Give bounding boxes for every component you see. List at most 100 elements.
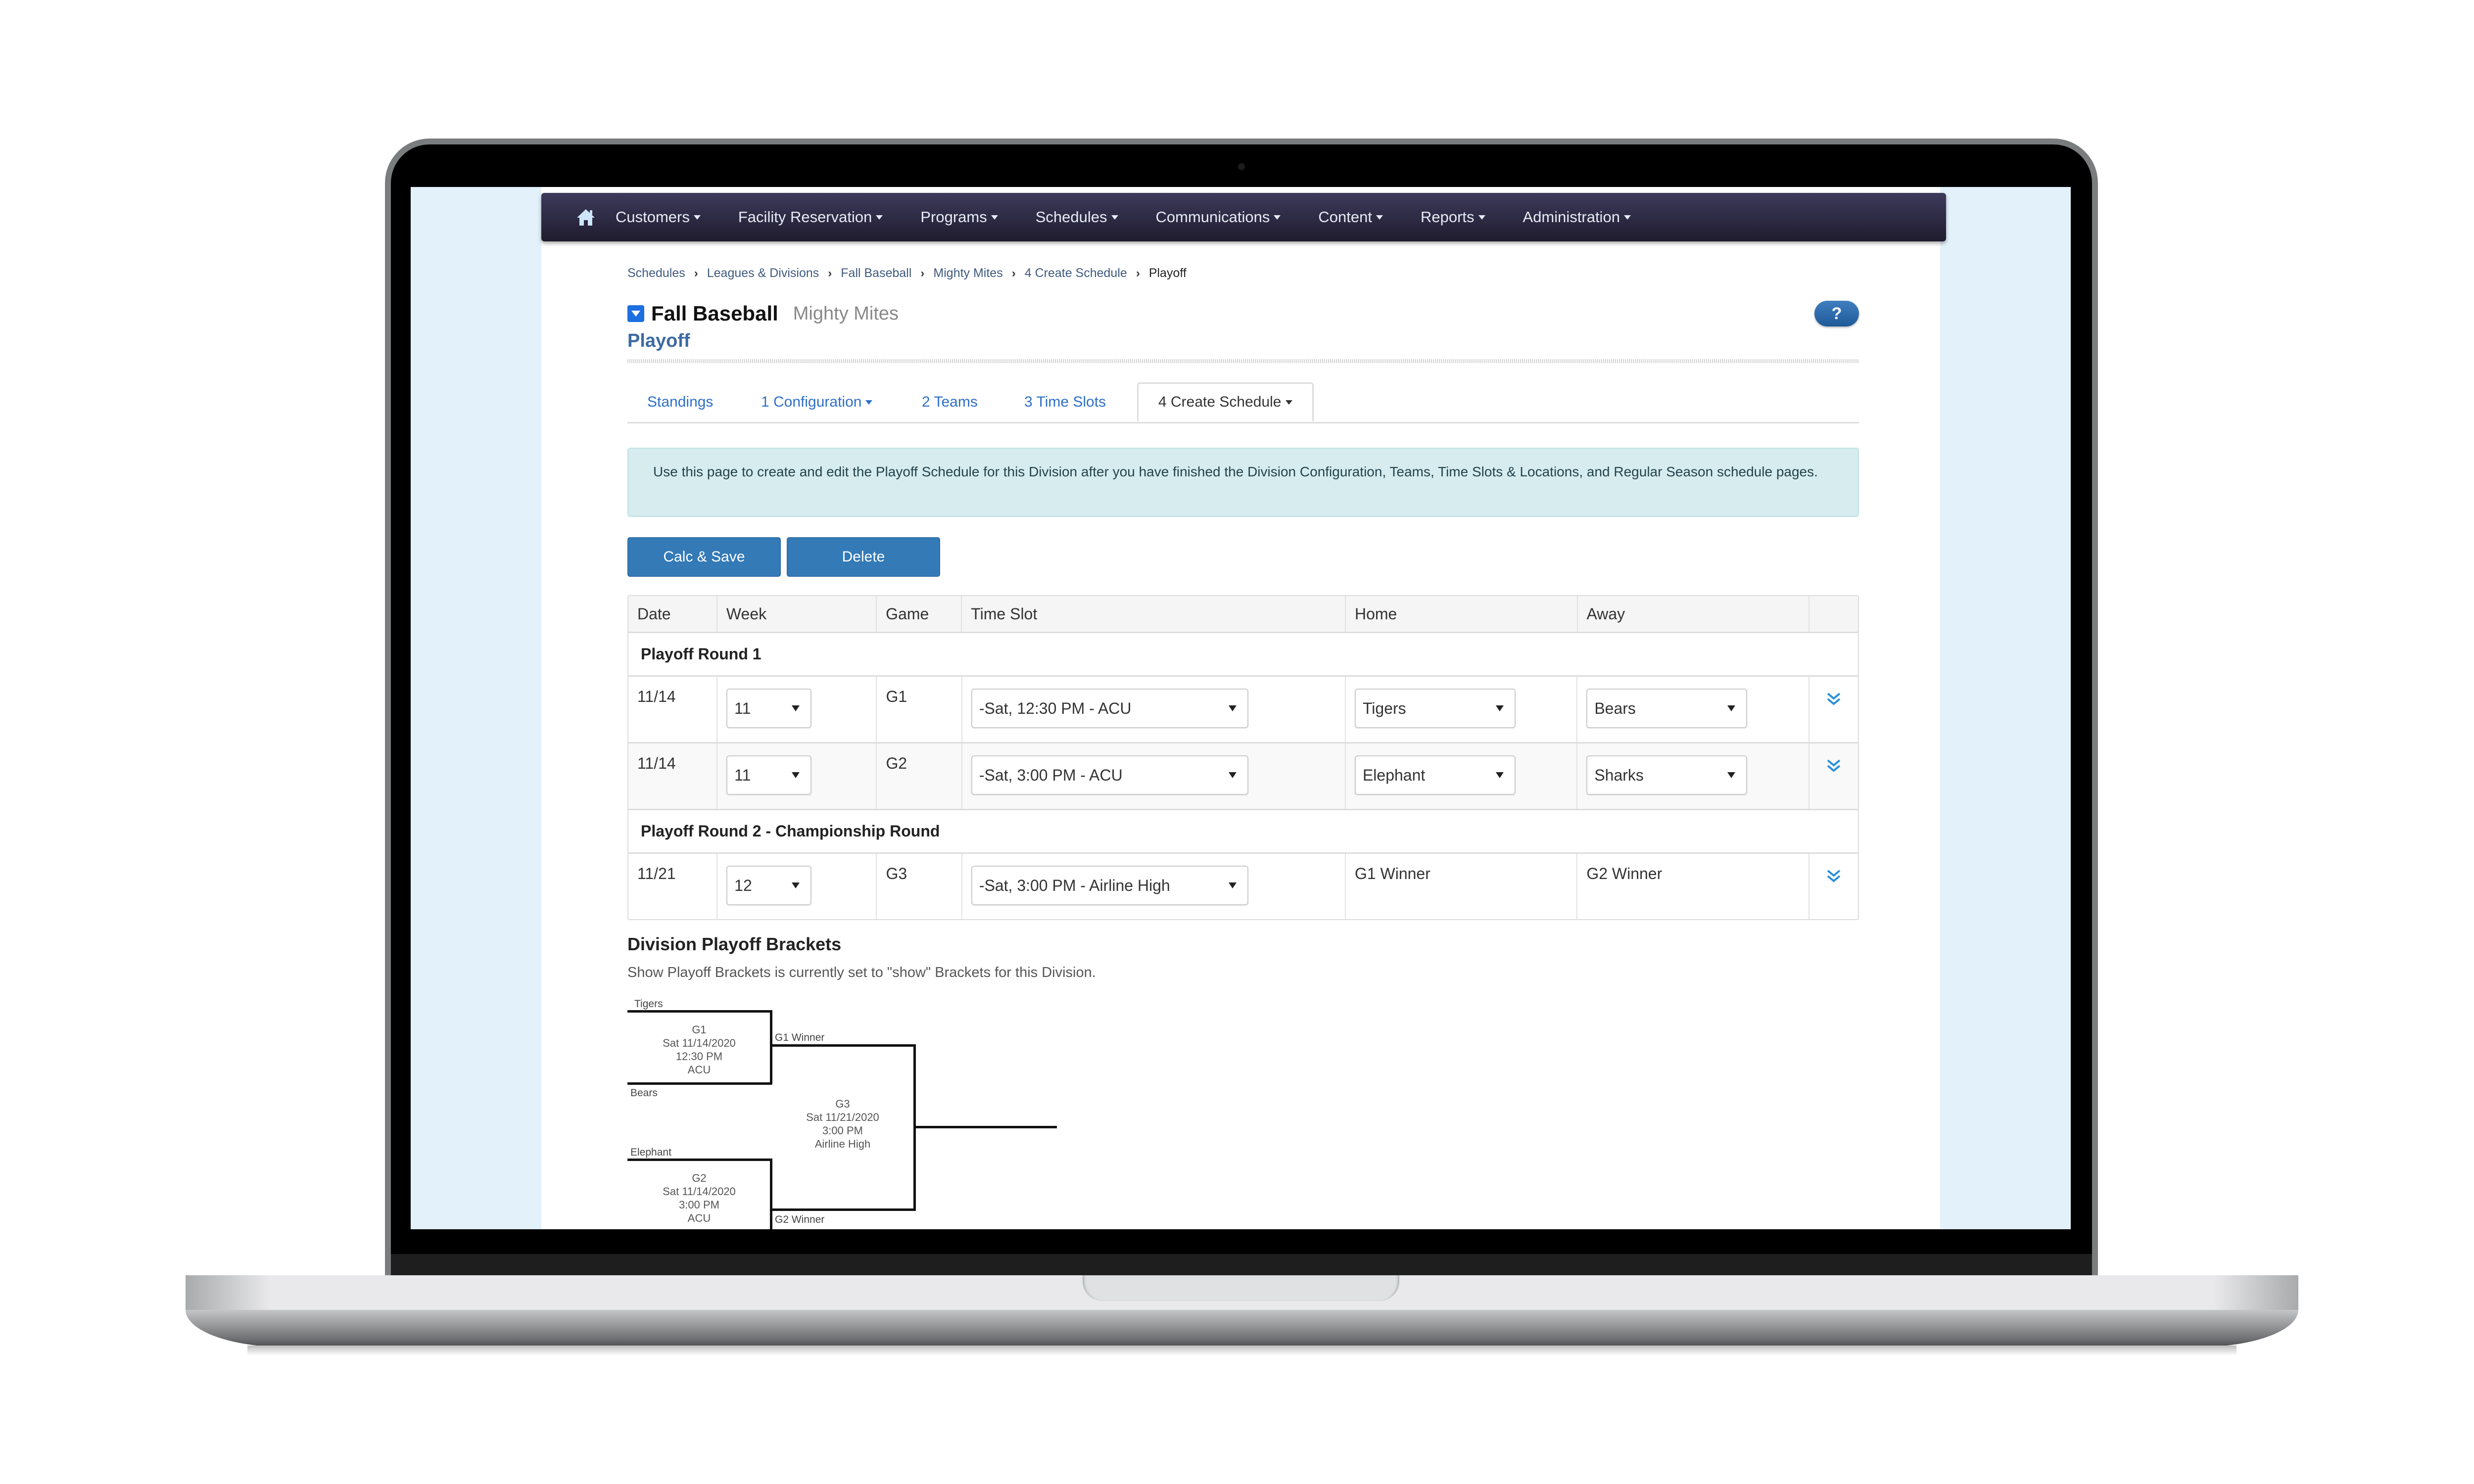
- table-row: 11/21 12 G3 -Sat, 3:00 PM - Airline High…: [628, 854, 1858, 919]
- select-value: 11: [734, 766, 751, 784]
- nav-label: Programs: [920, 208, 987, 226]
- calc-save-button[interactable]: Calc & Save: [627, 537, 781, 577]
- tab-label: 4 Create Schedule: [1158, 394, 1282, 410]
- page-title: Fall Baseball: [651, 302, 778, 325]
- nav-schedules[interactable]: Schedules: [1036, 208, 1118, 226]
- nav-content[interactable]: Content: [1318, 208, 1383, 226]
- chevron-right-icon: ›: [694, 266, 698, 280]
- time-slot-select[interactable]: -Sat, 3:00 PM - ACU: [971, 755, 1248, 795]
- select-value: Sharks: [1594, 766, 1644, 784]
- week-select[interactable]: 12: [726, 866, 812, 905]
- bracket-team-label: Tigers: [634, 998, 663, 1010]
- cell-time-slot: -Sat, 12:30 PM - ACU: [962, 677, 1346, 742]
- main-navbar: Customers Facility Reservation Programs …: [541, 193, 1946, 241]
- brackets-description: Show Playoff Brackets is currently set t…: [627, 965, 1096, 980]
- delete-button[interactable]: Delete: [787, 537, 940, 577]
- breadcrumb-create-schedule[interactable]: 4 Create Schedule: [1025, 266, 1127, 280]
- caret-down-icon: [991, 215, 998, 220]
- cell-game: G3: [877, 854, 962, 919]
- bracket-team-label: G1 Winner: [775, 1032, 825, 1043]
- bracket-line: [770, 1010, 772, 1084]
- bracket-game-id: G1: [692, 1023, 707, 1036]
- nav-label: Content: [1318, 208, 1372, 226]
- select-arrow-icon: [1495, 705, 1504, 711]
- group-header: Playoff Round 2 - Championship Round: [628, 810, 1858, 854]
- cell-week: 12: [717, 854, 877, 919]
- select-arrow-icon: [792, 882, 800, 888]
- breadcrumb-leagues-divisions[interactable]: Leagues & Divisions: [707, 266, 819, 280]
- tab-label: Standings: [647, 394, 714, 410]
- week-select[interactable]: 11: [726, 755, 812, 795]
- away-team-select[interactable]: Bears: [1586, 689, 1748, 728]
- help-button[interactable]: ?: [1814, 301, 1859, 326]
- table-row: 11/14 11 G2 -Sat, 3:00 PM - ACU Elephant…: [628, 743, 1858, 810]
- cell-time-slot: -Sat, 3:00 PM - ACU: [962, 743, 1346, 809]
- expand-row-button[interactable]: [1818, 754, 1849, 775]
- nav-home-button[interactable]: [576, 207, 596, 227]
- bracket-game-date: Sat 11/21/2020: [806, 1111, 879, 1123]
- bracket-team-label: G2 Winner: [775, 1214, 825, 1225]
- select-arrow-icon: [792, 705, 800, 711]
- home-team-select[interactable]: Tigers: [1354, 689, 1516, 728]
- nav-reports[interactable]: Reports: [1421, 208, 1485, 226]
- expand-row-button[interactable]: [1818, 865, 1849, 885]
- tab-time-slots[interactable]: 3 Time Slots: [1004, 382, 1126, 422]
- bracket-game-date: Sat 11/14/2020: [663, 1185, 736, 1198]
- caret-down-icon: [865, 400, 873, 405]
- select-arrow-icon: [1727, 705, 1736, 711]
- bracket-line: [771, 1044, 915, 1047]
- caret-down-icon: [1623, 215, 1631, 220]
- cell-home: Tigers: [1346, 677, 1578, 742]
- nav-programs[interactable]: Programs: [920, 208, 998, 226]
- bracket-team-label: Elephant: [630, 1147, 671, 1158]
- nav-facility-reservation[interactable]: Facility Reservation: [738, 208, 883, 226]
- caret-down-icon: [876, 215, 883, 220]
- bracket-game-time: 3:00 PM: [679, 1199, 719, 1211]
- time-slot-select[interactable]: -Sat, 12:30 PM - ACU: [971, 689, 1248, 728]
- triangle-down-icon: [631, 311, 640, 317]
- double-chevron-down-icon: [1827, 759, 1841, 772]
- cell-time-slot: -Sat, 3:00 PM - Airline High: [962, 854, 1346, 919]
- nav-communications[interactable]: Communications: [1156, 208, 1281, 226]
- bracket-game-location: ACU: [687, 1064, 711, 1076]
- breadcrumb-current: Playoff: [1148, 266, 1187, 280]
- tab-standings[interactable]: Standings: [627, 382, 733, 422]
- laptop-base-lower: [186, 1310, 2298, 1347]
- caret-down-icon: [1274, 215, 1281, 220]
- page-subtitle: Playoff: [627, 330, 690, 351]
- breadcrumb: Schedules › Leagues & Divisions › Fall Bas…: [627, 266, 1187, 280]
- cell-date: 11/21: [628, 854, 718, 919]
- tab-create-schedule[interactable]: 4 Create Schedule: [1137, 382, 1314, 422]
- nav-administration[interactable]: Administration: [1523, 208, 1631, 226]
- chevron-right-icon: ›: [828, 266, 832, 280]
- col-actions: [1809, 596, 1858, 632]
- breadcrumb-mighty-mites[interactable]: Mighty Mites: [933, 266, 1002, 280]
- tab-label: 3 Time Slots: [1024, 394, 1106, 410]
- cell-away: Bears: [1577, 677, 1809, 742]
- bracket-line: [770, 1159, 772, 1229]
- tab-label: 1 Configuration: [761, 394, 862, 410]
- away-team-select[interactable]: Sharks: [1586, 755, 1748, 795]
- breadcrumb-schedules[interactable]: Schedules: [627, 266, 685, 280]
- bracket-game-id: G3: [835, 1098, 850, 1110]
- tab-configuration[interactable]: 1 Configuration: [741, 382, 892, 422]
- nav-customers[interactable]: Customers: [616, 208, 701, 226]
- week-select[interactable]: 11: [726, 689, 812, 728]
- caret-down-icon: [1285, 400, 1292, 405]
- bracket-line: [627, 1010, 772, 1013]
- cell-home: Elephant: [1346, 743, 1578, 809]
- bracket-game-info: G2 Sat 11/14/2020 3:00 PM ACU: [647, 1171, 751, 1225]
- cell-game: G2: [877, 743, 962, 809]
- question-icon: ?: [1831, 304, 1842, 323]
- home-team-select[interactable]: Elephant: [1354, 755, 1516, 795]
- cell-date: 11/14: [628, 743, 718, 809]
- bracket-game-time: 3:00 PM: [822, 1124, 863, 1137]
- time-slot-select[interactable]: -Sat, 3:00 PM - Airline High: [971, 866, 1248, 905]
- bracket-line: [913, 1126, 1057, 1128]
- breadcrumb-fall-baseball[interactable]: Fall Baseball: [841, 266, 911, 280]
- expand-row-button[interactable]: [1818, 688, 1849, 708]
- nav-label: Customers: [616, 208, 690, 226]
- page: Customers Facility Reservation Programs …: [541, 187, 1946, 1229]
- tab-teams[interactable]: 2 Teams: [902, 382, 998, 422]
- collapse-toggle-button[interactable]: [627, 305, 644, 322]
